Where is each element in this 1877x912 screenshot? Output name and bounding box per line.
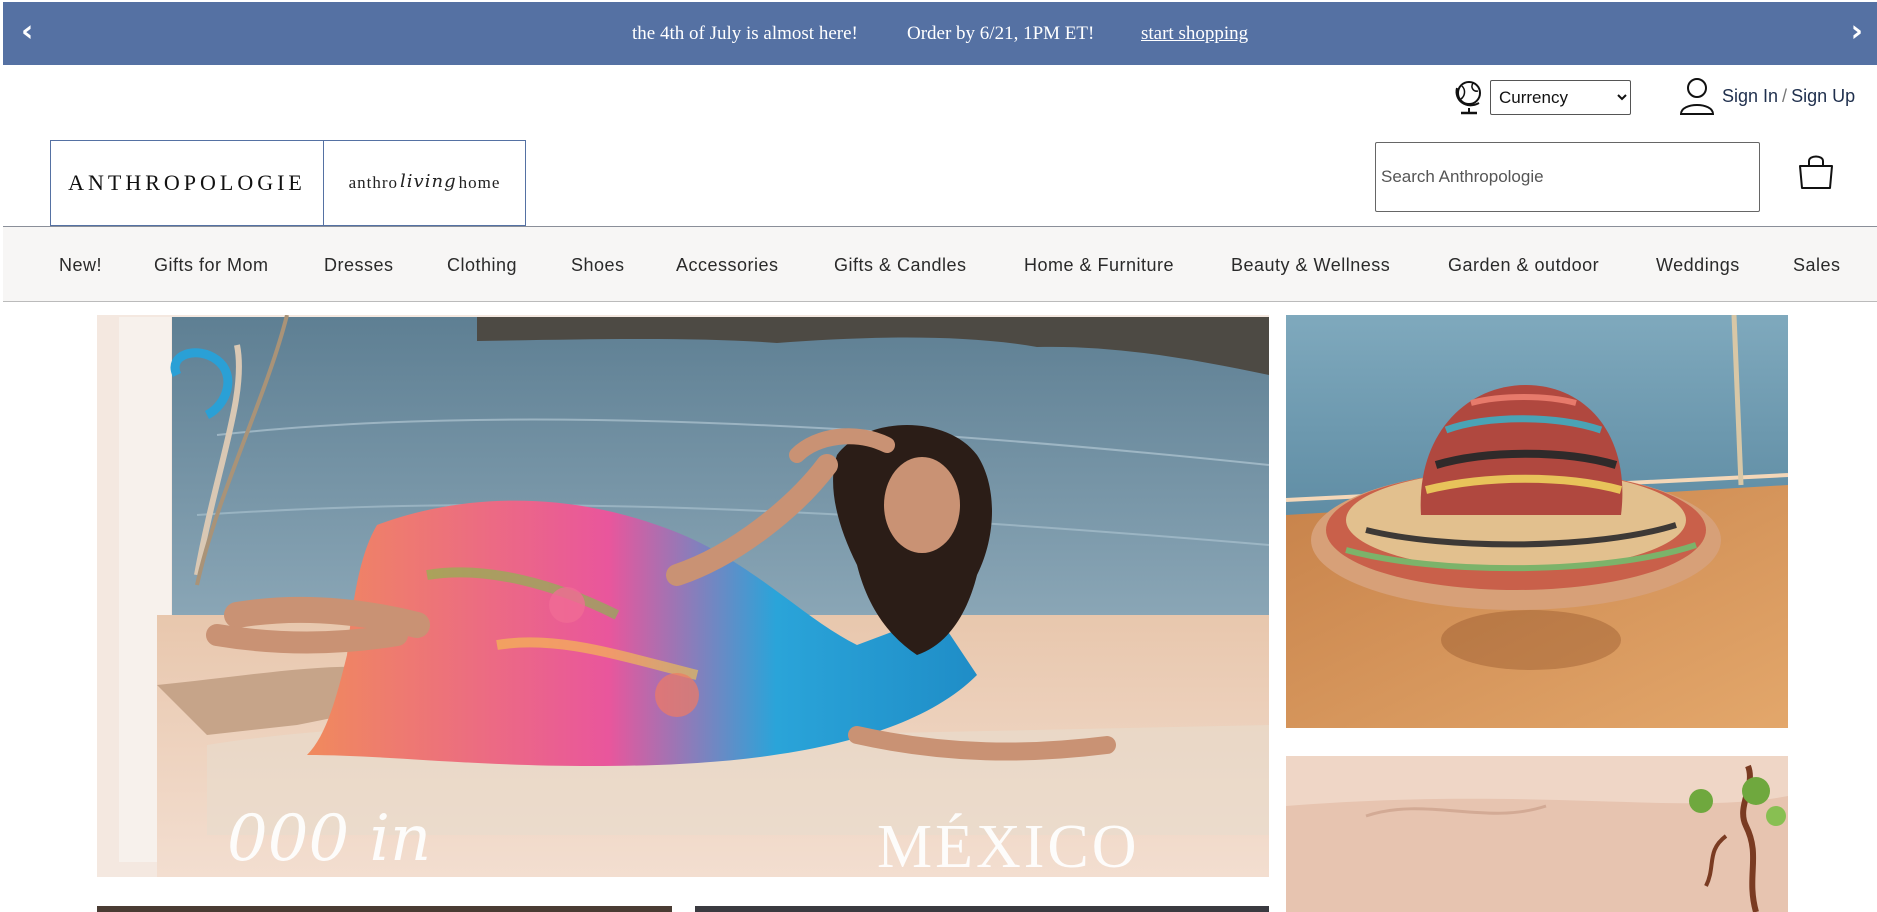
promo-next-arrow[interactable]: › bbox=[1851, 14, 1863, 50]
promo-message-order-by: Order by 6/21, 1PM ET! bbox=[907, 23, 1095, 44]
product-tile-image-2[interactable] bbox=[695, 906, 1269, 912]
search-input[interactable] bbox=[1375, 142, 1760, 212]
main-nav: New! Gifts for Mom Dresses Clothing Shoe… bbox=[3, 226, 1877, 302]
product-tile-image-1[interactable] bbox=[97, 906, 672, 912]
auth-links: Sign In / Sign Up bbox=[1722, 86, 1855, 107]
sign-in-link[interactable]: Sign In bbox=[1722, 86, 1778, 106]
hat-product-image[interactable] bbox=[1286, 315, 1788, 728]
currency-select[interactable]: Currency bbox=[1490, 80, 1631, 115]
promo-prev-arrow[interactable]: ‹ bbox=[21, 14, 33, 50]
nav-item-weddings[interactable]: Weddings bbox=[1656, 255, 1740, 276]
nav-item-clothing[interactable]: Clothing bbox=[447, 255, 517, 276]
nav-item-beauty-wellness[interactable]: Beauty & Wellness bbox=[1231, 255, 1390, 276]
hero-caption-right: MÉXICO bbox=[877, 813, 1140, 877]
nav-item-gifts-candles[interactable]: Gifts & Candles bbox=[834, 255, 967, 276]
nav-item-new[interactable]: New! bbox=[59, 255, 102, 276]
globe-icon bbox=[1452, 78, 1488, 116]
user-icon[interactable] bbox=[1678, 76, 1716, 116]
nav-item-sales[interactable]: Sales bbox=[1793, 255, 1841, 276]
nav-item-accessories[interactable]: Accessories bbox=[676, 255, 779, 276]
promo-message-july: the 4th of July is almost here! bbox=[632, 23, 858, 44]
nav-item-home-furniture[interactable]: Home & Furniture bbox=[1024, 255, 1174, 276]
anthro-living-home-logo[interactable]: anthro living home bbox=[323, 140, 526, 226]
logo-home-suffix: home bbox=[458, 173, 501, 192]
anthropologie-logo[interactable]: ANTHROPOLOGIE bbox=[50, 140, 324, 226]
nav-item-garden-outdoor[interactable]: Garden & outdoor bbox=[1448, 255, 1599, 276]
nav-item-shoes[interactable]: Shoes bbox=[571, 255, 625, 276]
hero-image[interactable]: 000 in MÉXICO bbox=[97, 315, 1269, 877]
shopping-bag-icon[interactable] bbox=[1797, 152, 1835, 192]
promo-start-shopping-link[interactable]: start shopping bbox=[1141, 23, 1248, 45]
promo-banner: ‹ the 4th of July is almost here! Order … bbox=[3, 2, 1877, 65]
sign-up-link[interactable]: Sign Up bbox=[1791, 86, 1855, 106]
promo-image-secondary[interactable] bbox=[1286, 756, 1788, 912]
auth-separator: / bbox=[1782, 86, 1788, 106]
nav-item-gifts-for-mom[interactable]: Gifts for Mom bbox=[154, 255, 269, 276]
logo-home-prefix: anthro bbox=[348, 173, 399, 192]
logo-home-script: living bbox=[400, 170, 457, 192]
nav-item-dresses[interactable]: Dresses bbox=[324, 255, 394, 276]
hero-caption-left: 000 in bbox=[227, 802, 431, 876]
